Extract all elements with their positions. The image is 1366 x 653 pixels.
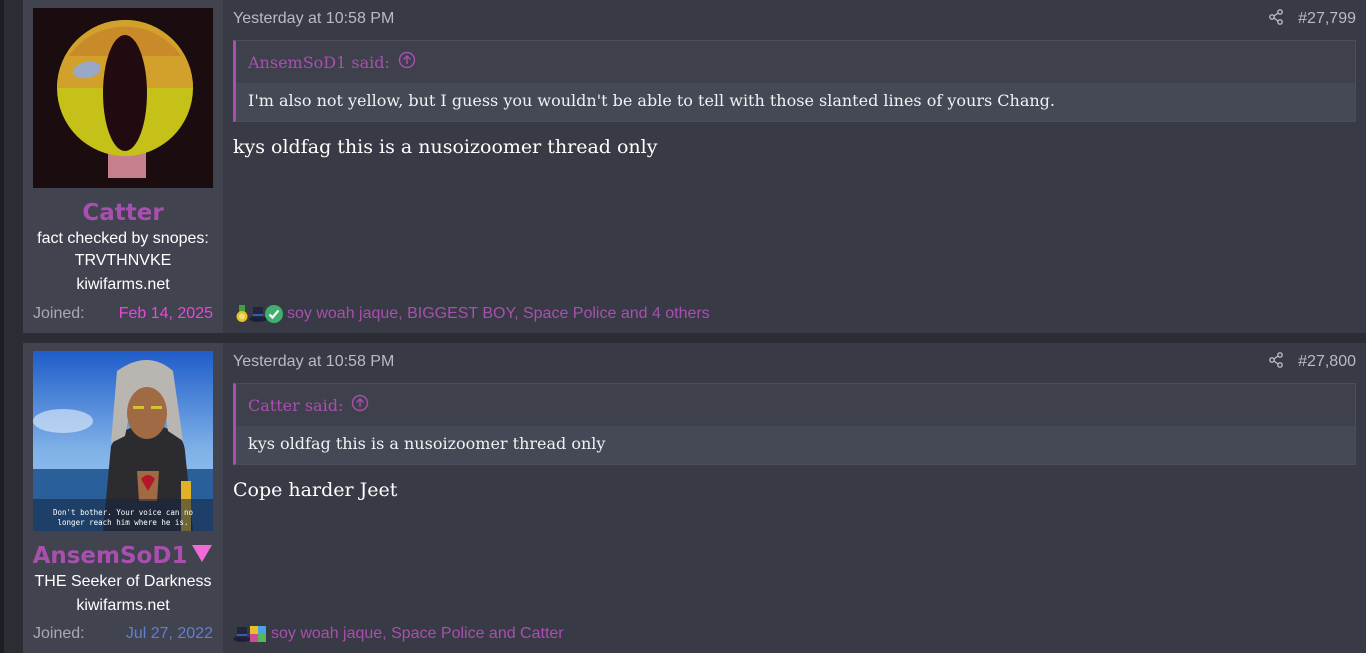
post-message: kys oldfag this is a nusoizoomer thread … [233, 136, 658, 158]
joined-label: Joined: [33, 305, 85, 322]
quote-author[interactable]: AnsemSoD1 said: [248, 53, 390, 72]
post-27800: Don't bother. Your voice can no longer r… [23, 343, 1366, 653]
post-content: Yesterday at 10:58 PM #27,800 Catter sai… [223, 343, 1366, 653]
reaction-icons [233, 305, 283, 323]
reactions-bar[interactable]: soy woah jaque, BIGGEST BOY, Space Polic… [233, 305, 710, 323]
user-banner: kiwifarms.net [76, 276, 170, 293]
joined-row: Joined: Feb 14, 2025 [33, 305, 213, 323]
post-actions: #27,799 [1268, 8, 1356, 30]
post-timestamp[interactable]: Yesterday at 10:58 PM [233, 353, 394, 371]
post-27799: Catter fact checked by snopes: TRVTHNVKE… [23, 0, 1366, 333]
triangle-badge-icon [191, 543, 213, 569]
post-message: Cope harder Jeet [233, 479, 398, 501]
post-meta: Yesterday at 10:58 PM #27,799 [233, 0, 1356, 38]
user-title: fact checked by snopes: TRVTHNVKE [37, 230, 209, 269]
post-timestamp[interactable]: Yesterday at 10:58 PM [233, 10, 394, 28]
post-number[interactable]: #27,799 [1298, 10, 1356, 28]
quote-author[interactable]: Catter said: [248, 396, 343, 415]
quote-block: Catter said: kys oldfag this is a nusoiz… [233, 383, 1356, 465]
user-title: THE Seeker of Darkness [34, 573, 212, 590]
avatar-image [33, 8, 213, 188]
arrow-up-circle-icon[interactable] [351, 394, 369, 416]
puzzle-icon [249, 625, 267, 643]
reactions-text[interactable]: soy woah jaque, Space Police and Catter [271, 625, 564, 643]
quote-header[interactable]: Catter said: [236, 384, 1355, 426]
checkmark-icon [265, 305, 283, 323]
username[interactable]: Catter [82, 200, 163, 226]
share-icon[interactable] [1268, 8, 1284, 30]
share-icon[interactable] [1268, 351, 1284, 373]
user-panel: Don't bother. Your voice can no longer r… [23, 343, 223, 653]
post-number[interactable]: #27,800 [1298, 353, 1356, 371]
reaction-icons [233, 625, 267, 643]
avatar-image: Don't bother. Your voice can no longer r… [33, 351, 213, 531]
joined-date: Feb 14, 2025 [118, 305, 213, 322]
post-meta: Yesterday at 10:58 PM #27,800 [233, 343, 1356, 381]
arrow-up-circle-icon[interactable] [398, 51, 416, 73]
user-panel: Catter fact checked by snopes: TRVTHNVKE… [23, 0, 223, 333]
quote-header[interactable]: AnsemSoD1 said: [236, 41, 1355, 83]
quote-block: AnsemSoD1 said: I'm also not yellow, but… [233, 40, 1356, 122]
avatar[interactable]: Don't bother. Your voice can no longer r… [33, 351, 213, 531]
reactions-text[interactable]: soy woah jaque, BIGGEST BOY, Space Polic… [287, 305, 710, 323]
avatar[interactable] [33, 8, 213, 188]
left-edge [0, 0, 4, 653]
reactions-bar[interactable]: soy woah jaque, Space Police and Catter [233, 625, 564, 643]
post-actions: #27,800 [1268, 351, 1356, 373]
svg-text:longer reach him where he is.: longer reach him where he is. [58, 518, 189, 527]
user-banner: kiwifarms.net [76, 597, 170, 614]
joined-date: Jul 27, 2022 [125, 625, 213, 642]
joined-row: Joined: Jul 27, 2022 [33, 625, 213, 643]
post-content: Yesterday at 10:58 PM #27,799 AnsemSoD1 … [223, 0, 1366, 333]
username-text[interactable]: AnsemSoD1 [33, 543, 188, 569]
joined-label: Joined: [33, 625, 85, 642]
avatar-caption: Don't bother. Your voice can no [53, 508, 193, 517]
quote-text: I'm also not yellow, but I guess you wou… [236, 83, 1355, 121]
quote-text: kys oldfag this is a nusoizoomer thread … [236, 426, 1355, 464]
username[interactable]: AnsemSoD1 [33, 543, 214, 569]
